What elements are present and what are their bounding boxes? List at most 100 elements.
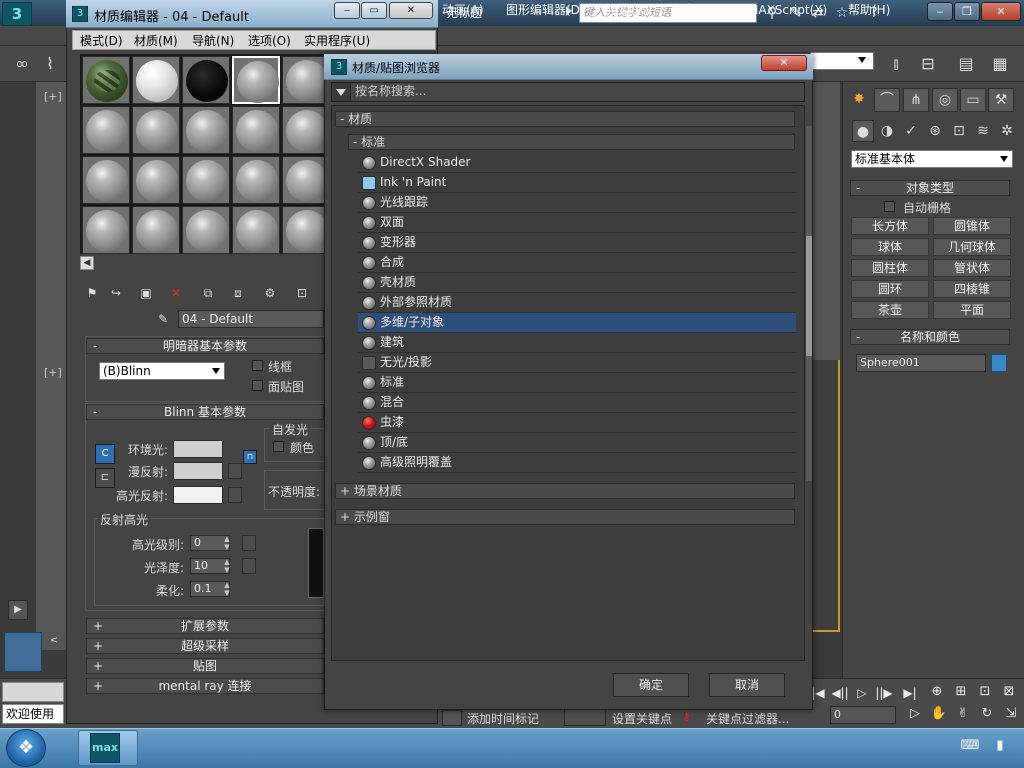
layer-icon[interactable]: ▤ [954, 52, 978, 76]
current-frame-input[interactable]: 0 [830, 706, 896, 724]
sample-slot[interactable] [232, 106, 280, 154]
make-unique-icon[interactable]: ⧉ [198, 284, 218, 302]
menu-customize[interactable]: 自定义(U) [671, 1, 725, 19]
put-to-library-icon[interactable]: ⧈ [228, 284, 248, 302]
sample-slot[interactable] [282, 156, 330, 204]
material-item[interactable]: 标准 [358, 373, 796, 393]
torus-button[interactable]: 圆环 [851, 280, 929, 298]
glossiness-map-button[interactable] [242, 558, 256, 574]
field-of-view-icon[interactable]: ▷ [906, 704, 924, 724]
zoom-extents-icon[interactable]: ⊡ [976, 682, 994, 702]
cylinder-button[interactable]: 圆柱体 [851, 259, 929, 277]
sample-slot[interactable] [182, 156, 230, 204]
material-item[interactable]: 虫漆 [358, 413, 796, 433]
menu-help[interactable]: 帮助(H) [848, 1, 890, 19]
lights-icon[interactable]: ✓ [900, 120, 922, 142]
eyedropper-icon[interactable]: ✎ [154, 310, 172, 328]
diffuse-color-swatch[interactable] [173, 462, 223, 480]
show-map-icon[interactable]: ⊡ [292, 284, 312, 302]
close-button[interactable]: ✕ [981, 2, 1021, 21]
specular-map-button[interactable] [228, 487, 242, 503]
menu-options[interactable]: 选项(O) [248, 32, 291, 49]
keyword-search-input[interactable]: 键入关键字或短语 [579, 3, 757, 23]
sample-slot[interactable] [132, 106, 180, 154]
specular-color-swatch[interactable] [173, 486, 223, 504]
standard-group[interactable]: - 标准 [348, 134, 795, 150]
mental-ray-rollout[interactable]: + mental ray 连接 [86, 678, 324, 694]
set-key-label[interactable]: 设置关键点 [612, 710, 672, 727]
play-icon[interactable]: ▷ [852, 684, 872, 702]
material-item[interactable]: 多维/子对象 [358, 313, 796, 333]
add-time-tag-label[interactable]: 添加时间标记 [467, 710, 539, 727]
object-name-input[interactable]: Sphere001 [856, 354, 986, 372]
spinner-arrows-icon[interactable]: ▲ ▼ [222, 558, 232, 574]
sample-slot[interactable] [132, 156, 180, 204]
viewport-strip[interactable] [36, 82, 68, 632]
search-options-icon[interactable] [336, 89, 346, 96]
scroll-left-icon[interactable]: ◀ [80, 256, 94, 270]
maps-rollout[interactable]: + 贴图 [86, 658, 324, 674]
box-button[interactable]: 长方体 [851, 217, 929, 235]
menu-modes[interactable]: 模式(D) [80, 32, 123, 49]
assign-material-icon[interactable]: ▣ [136, 284, 156, 302]
prev-frame-icon[interactable]: ◀|| [830, 684, 850, 702]
active-viewport-frame[interactable] [812, 360, 840, 632]
start-button[interactable]: ❖ [6, 729, 46, 767]
name-color-rollout[interactable]: - 名称和颜色 [850, 329, 1010, 345]
close-button[interactable]: ✕ [761, 55, 807, 71]
expand-timeline-icon[interactable]: ▶ [8, 600, 28, 620]
material-item[interactable]: 外部参照材质 [358, 293, 796, 313]
zoom-all-icon[interactable]: ⊞ [952, 682, 970, 702]
spinner-arrows-icon[interactable]: ▲ ▼ [222, 581, 232, 597]
auto-grid-checkbox[interactable] [884, 201, 895, 212]
diffuse-map-button[interactable] [228, 463, 242, 479]
sample-slot[interactable] [282, 56, 330, 104]
sphere-button[interactable]: 球体 [851, 238, 929, 256]
max-logo-icon[interactable]: 3 [2, 2, 32, 26]
material-item[interactable]: Ink 'n Paint [358, 173, 796, 193]
tube-button[interactable]: 管状体 [933, 259, 1011, 277]
materials-category[interactable]: - 材质 [335, 111, 795, 127]
create-tab-icon[interactable]: ✸ [846, 88, 872, 112]
self-illum-color-checkbox[interactable] [273, 441, 284, 452]
material-item[interactable]: 光线跟踪 [358, 193, 796, 213]
keyboard-icon[interactable]: ⌨ [960, 736, 980, 756]
minimize-button[interactable]: ‒ [927, 2, 953, 21]
viewport-layout-icon[interactable] [4, 632, 42, 672]
sample-slot[interactable] [282, 206, 330, 254]
sample-slot[interactable] [132, 206, 180, 254]
object-color-swatch[interactable] [991, 354, 1007, 372]
delete-icon[interactable]: ✕ [166, 284, 186, 302]
maximize-viewport-icon[interactable]: ⇲ [1002, 704, 1020, 724]
restore-button[interactable]: ❐ [954, 2, 980, 21]
sample-slot[interactable] [132, 56, 180, 104]
sample-slot[interactable] [232, 206, 280, 254]
sample-slot[interactable] [282, 106, 330, 154]
material-item[interactable]: 无光/投影 [358, 353, 796, 373]
scrollbar-thumb[interactable] [806, 236, 812, 356]
welcome-prompt[interactable]: 欢迎使用 [2, 704, 64, 724]
motion-tab-icon[interactable]: ◎ [932, 88, 958, 112]
search-by-name-input[interactable]: 按名称搜索... [350, 83, 804, 101]
zoom-extents-all-icon[interactable]: ⊠ [1000, 682, 1018, 702]
plane-button[interactable]: 平面 [933, 301, 1011, 319]
object-type-rollout[interactable]: - 对象类型 [850, 180, 1010, 196]
material-id-icon[interactable]: ⚙ [260, 284, 280, 302]
get-material-icon[interactable]: ⚑ [82, 284, 102, 302]
align-icon[interactable]: ⊟ [916, 52, 940, 76]
sample-slots-category[interactable]: + 示例窗 [335, 509, 795, 525]
key-filters-button[interactable]: 关键点过滤器... [706, 710, 789, 727]
ok-button[interactable]: 确定 [613, 673, 689, 697]
teapot-button[interactable]: 茶壶 [851, 301, 929, 319]
unlink-icon[interactable]: ⌇ [38, 52, 62, 76]
shader-type-select[interactable]: (B)Blinn [99, 362, 225, 380]
play-end-icon[interactable]: ▶| [900, 684, 920, 702]
sample-slot[interactable] [82, 56, 130, 104]
wire-checkbox[interactable] [252, 360, 263, 371]
sample-slot[interactable] [182, 206, 230, 254]
put-to-scene-icon[interactable]: ↪ [106, 284, 126, 302]
menu-graph-editors[interactable]: 图形编辑器(D) [506, 1, 585, 19]
cancel-button[interactable]: 取消 [709, 673, 785, 697]
pyramid-button[interactable]: 四棱锥 [933, 280, 1011, 298]
lock-icon[interactable]: ⊓ [243, 450, 257, 464]
